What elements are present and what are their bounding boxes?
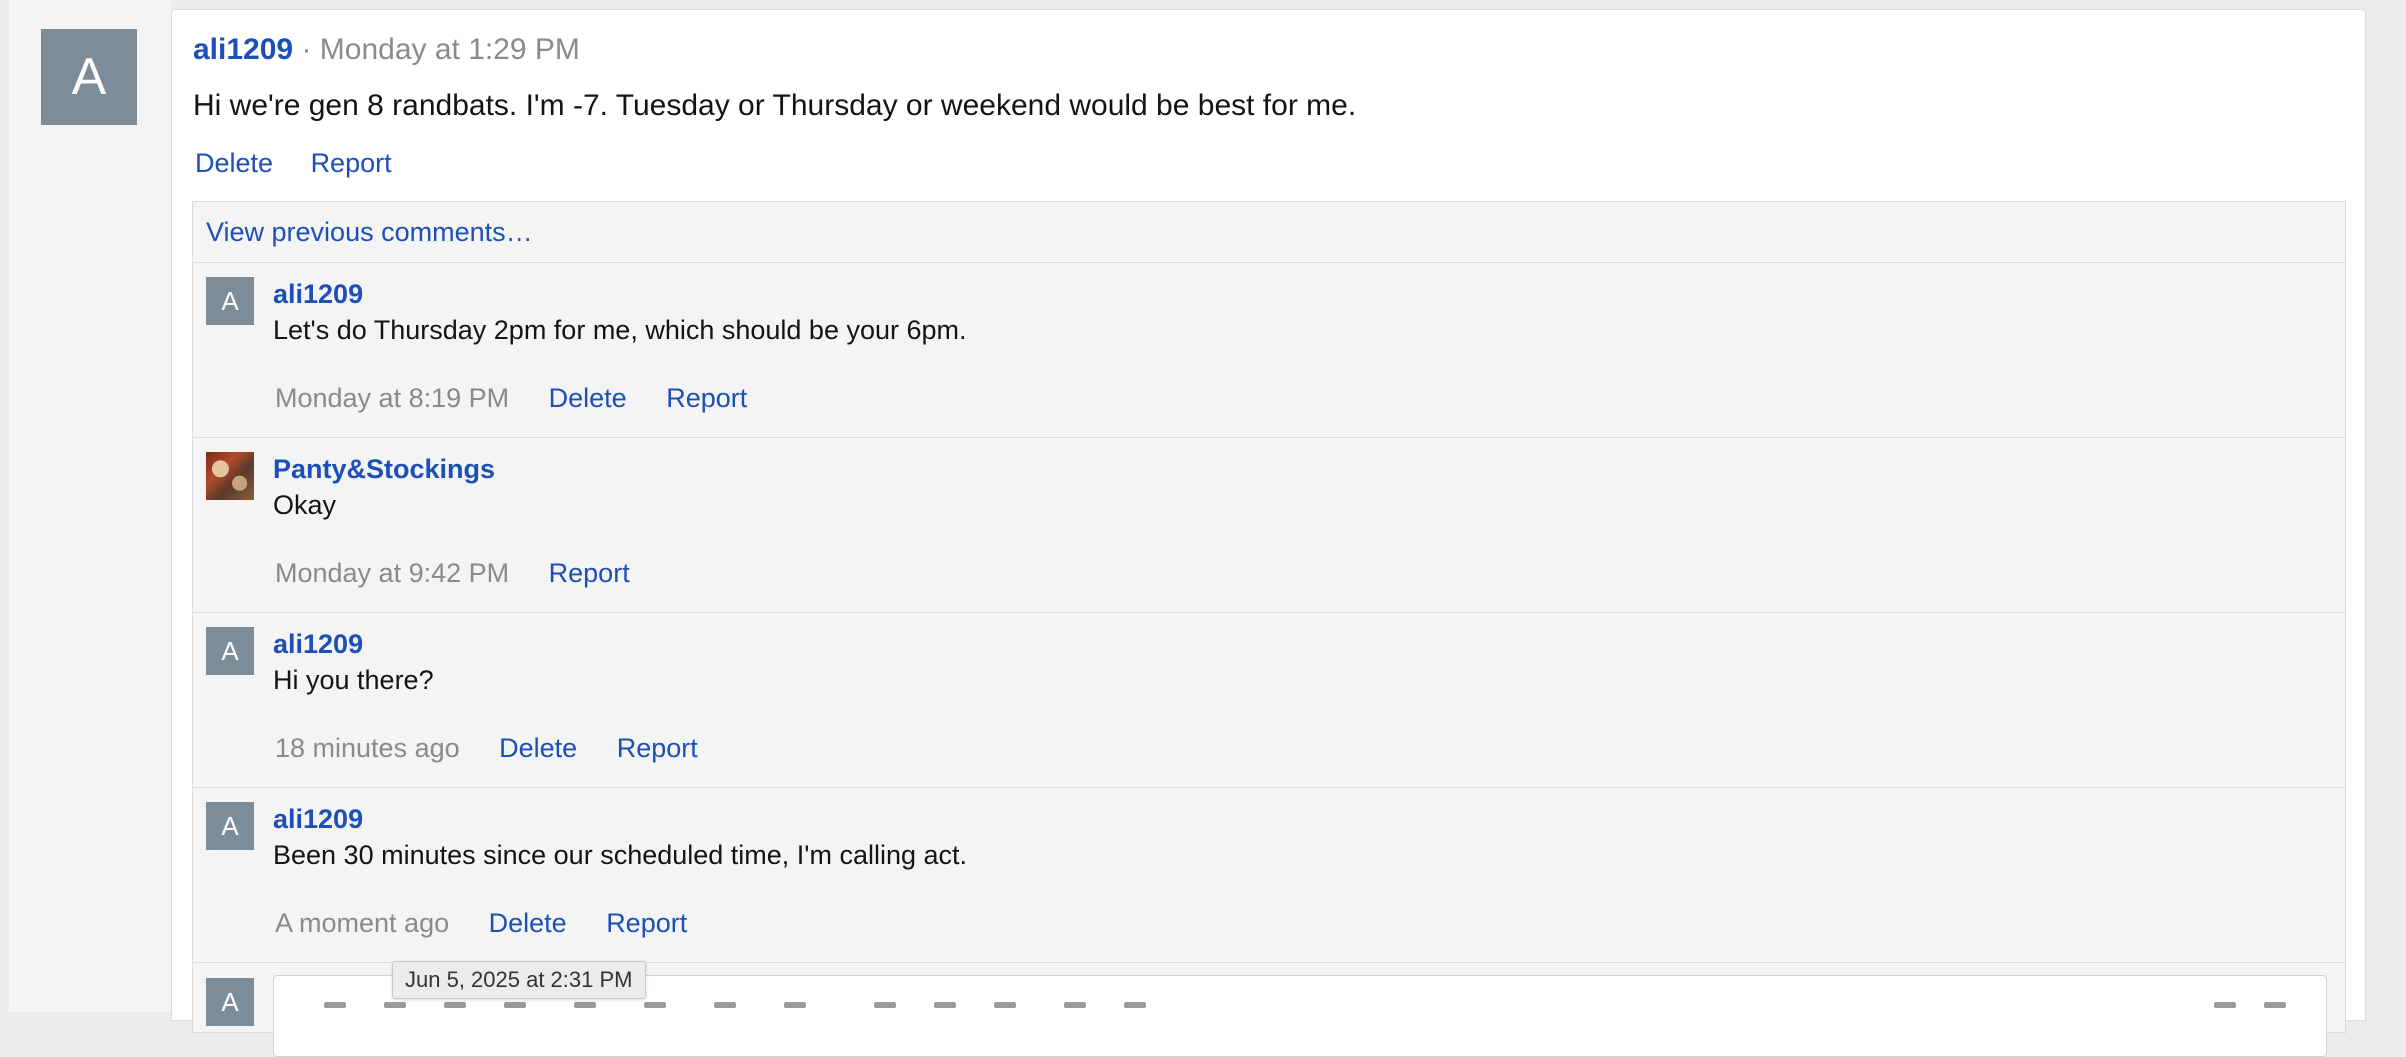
sidebar-column	[9, 0, 171, 1012]
comment-timestamp[interactable]: Monday at 9:42 PM	[275, 558, 509, 588]
post-body: Hi we're gen 8 randbats. I'm -7. Tuesday…	[193, 89, 1357, 122]
editor-tool-icon[interactable]	[994, 1002, 1016, 1008]
comment-meta: 18 minutes ago Delete Report	[275, 732, 730, 764]
comment-timestamp[interactable]: A moment ago	[275, 908, 449, 938]
editor-tool-icon[interactable]	[1124, 1002, 1146, 1008]
report-comment-link[interactable]: Report	[666, 383, 747, 413]
editor-tool-icon[interactable]	[2214, 1002, 2236, 1008]
editor-tool-icon[interactable]	[444, 1002, 466, 1008]
comment-username-link[interactable]: ali1209	[273, 278, 363, 310]
comment-meta: Monday at 9:42 PM Report	[275, 557, 662, 589]
editor-tool-icon[interactable]	[644, 1002, 666, 1008]
comment-item: Panty&Stockings Okay Monday at 9:42 PM R…	[193, 438, 2345, 613]
post-timestamp[interactable]: Monday at 1:29 PM	[320, 33, 580, 66]
view-previous-comments-link[interactable]: View previous comments…	[193, 202, 2345, 263]
comment-item: A ali1209 Hi you there? 18 minutes ago D…	[193, 613, 2345, 788]
delete-comment-link[interactable]: Delete	[499, 733, 577, 763]
comment-timestamp[interactable]: Monday at 8:19 PM	[275, 383, 509, 413]
comment-item: A ali1209 Been 30 minutes since our sche…	[193, 788, 2345, 963]
post-actions: Delete Report	[195, 147, 422, 179]
editor-tool-icon[interactable]	[874, 1002, 896, 1008]
avatar[interactable]: A	[206, 277, 254, 325]
timestamp-tooltip: Jun 5, 2025 at 2:31 PM	[392, 961, 646, 999]
view-previous-comments-label[interactable]: View previous comments…	[206, 217, 533, 247]
editor-tool-icon[interactable]	[504, 1002, 526, 1008]
report-comment-link[interactable]: Report	[606, 908, 687, 938]
profile-post: ali1209 · Monday at 1:29 PM Hi we're gen…	[171, 9, 2366, 1057]
comment-timestamp[interactable]: 18 minutes ago	[275, 733, 460, 763]
comment-text: Hi you there?	[273, 665, 434, 695]
comment-text: Been 30 minutes since our scheduled time…	[273, 840, 968, 870]
comments-section: View previous comments… A ali1209 Let's …	[192, 201, 2346, 1057]
editor-tool-icon[interactable]	[324, 1002, 346, 1008]
editor-tool-icon[interactable]	[784, 1002, 806, 1008]
comment-meta: A moment ago Delete Report	[275, 907, 719, 939]
comment-username-link[interactable]: Panty&Stockings	[273, 453, 495, 485]
avatar[interactable]: A	[206, 802, 254, 850]
report-comment-link[interactable]: Report	[549, 558, 630, 588]
delete-comment-link[interactable]: Delete	[489, 908, 567, 938]
avatar[interactable]: A	[41, 29, 137, 125]
comment-meta: Monday at 8:19 PM Delete Report	[275, 382, 779, 414]
editor-tool-icon[interactable]	[1064, 1002, 1086, 1008]
editor-tool-icon[interactable]	[384, 1002, 406, 1008]
editor-tool-icon[interactable]	[934, 1002, 956, 1008]
delete-comment-link[interactable]: Delete	[549, 383, 627, 413]
editor-tool-icon[interactable]	[714, 1002, 736, 1008]
post-header: ali1209 · Monday at 1:29 PM	[193, 33, 580, 67]
comment-username-link[interactable]: ali1209	[273, 803, 363, 835]
comment-text: Let's do Thursday 2pm for me, which shou…	[273, 315, 967, 345]
avatar-image[interactable]	[206, 452, 254, 500]
report-post-link[interactable]: Report	[311, 148, 392, 178]
editor-tool-icon[interactable]	[574, 1002, 596, 1008]
avatar[interactable]: A	[206, 627, 254, 675]
post-username-link[interactable]: ali1209	[193, 33, 293, 66]
comment-item: A ali1209 Let's do Thursday 2pm for me, …	[193, 263, 2345, 438]
separator: ·	[301, 33, 312, 66]
comment-text: Okay	[273, 490, 337, 520]
report-comment-link[interactable]: Report	[617, 733, 698, 763]
avatar: A	[206, 978, 254, 1026]
comment-username-link[interactable]: ali1209	[273, 628, 363, 660]
editor-tool-icon[interactable]	[2264, 1002, 2286, 1008]
delete-post-link[interactable]: Delete	[195, 148, 273, 178]
